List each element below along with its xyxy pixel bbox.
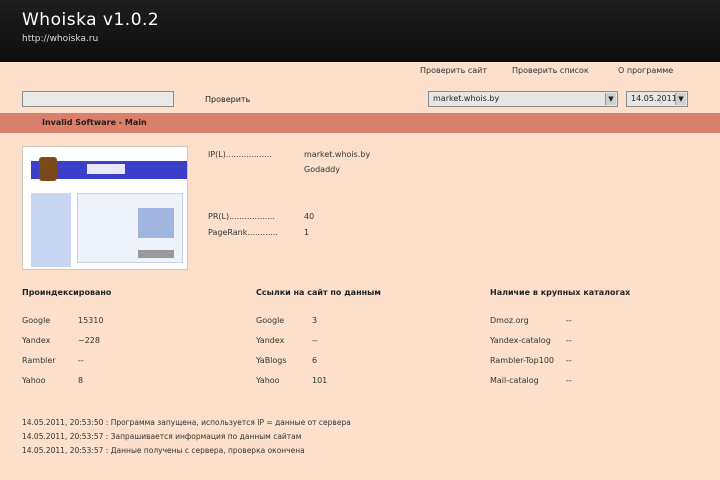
catalogs-value: -- xyxy=(566,376,572,385)
check-button[interactable]: Проверить xyxy=(205,95,250,104)
catalogs-heading: Наличие в крупных каталогах xyxy=(490,288,631,297)
tab-bar: Invalid Software - Main xyxy=(0,113,720,133)
chevron-down-icon[interactable]: ▼ xyxy=(675,93,686,105)
links-value: 3 xyxy=(312,316,318,325)
links-label: YaBlogs xyxy=(256,356,287,365)
catalogs-label: Yandex-catalog xyxy=(490,336,551,345)
menu-check-site[interactable]: Проверить сайт xyxy=(420,66,487,75)
catalogs-value: -- xyxy=(566,356,572,365)
region-select[interactable]: market.whois.by ▼ xyxy=(428,91,618,107)
indexation-value: 15310 xyxy=(78,316,104,325)
pagerank-value: 1 xyxy=(304,228,310,237)
app-subtitle[interactable]: http://whoiska.ru xyxy=(22,34,98,44)
log-line: 14.05.2011, 20:53:57 : Данные получены с… xyxy=(22,446,305,455)
url-input[interactable] xyxy=(22,91,174,107)
tab-main[interactable]: Invalid Software - Main xyxy=(42,118,147,127)
indexation-label: Yahoo xyxy=(22,376,46,385)
thumbnail-content xyxy=(77,193,183,263)
thumbnail-nav xyxy=(31,193,71,267)
indexation-label: Google xyxy=(22,316,51,325)
chevron-down-icon[interactable]: ▼ xyxy=(605,93,616,105)
region-select-value: market.whois.by xyxy=(433,94,500,103)
menu-about[interactable]: О программе xyxy=(618,66,673,75)
indexation-label: Yandex xyxy=(22,336,51,345)
date-select-value: 14.05.2011 xyxy=(631,94,677,103)
log-line: 14.05.2011, 20:53:57 : Запрашивается инф… xyxy=(22,432,302,441)
ip-value-provider: Godaddy xyxy=(304,165,340,174)
indexation-value: 8 xyxy=(78,376,84,385)
thumbnail-figure-image xyxy=(39,157,57,181)
catalogs-label: Dmoz.org xyxy=(490,316,529,325)
indexation-value: ~228 xyxy=(78,336,100,345)
links-value: -- xyxy=(312,336,318,345)
links-value: 6 xyxy=(312,356,318,365)
links-value: 101 xyxy=(312,376,328,385)
links-label: Yandex xyxy=(256,336,285,345)
app-header: Whoiska v1.0.2 http://whoiska.ru xyxy=(0,0,720,62)
date-select[interactable]: 14.05.2011 ▼ xyxy=(626,91,688,107)
ip-label: IP(L).................. xyxy=(208,150,272,159)
indexation-value: -- xyxy=(78,356,84,365)
indexation-label: Rambler xyxy=(22,356,56,365)
pagerank-label: PageRank............ xyxy=(208,228,278,237)
catalogs-label: Mail-catalog xyxy=(490,376,539,385)
pr-value: 40 xyxy=(304,212,315,221)
links-label: Google xyxy=(256,316,285,325)
catalogs-label: Rambler-Top100 xyxy=(490,356,554,365)
pr-label: PR(L).................. xyxy=(208,212,275,221)
log-line: 14.05.2011, 20:53:50 : Программа запущен… xyxy=(22,418,351,427)
menu-check-list[interactable]: Проверить список xyxy=(512,66,589,75)
indexation-heading: Проиндексировано xyxy=(22,288,112,297)
site-screenshot-thumbnail xyxy=(22,146,188,270)
ip-value-host: market.whois.by xyxy=(304,150,371,159)
links-label: Yahoo xyxy=(256,376,280,385)
catalogs-value: -- xyxy=(566,336,572,345)
app-title: Whoiska v1.0.2 xyxy=(22,10,160,30)
catalogs-value: -- xyxy=(566,316,572,325)
links-heading: Ссылки на сайт по данным xyxy=(256,288,381,297)
